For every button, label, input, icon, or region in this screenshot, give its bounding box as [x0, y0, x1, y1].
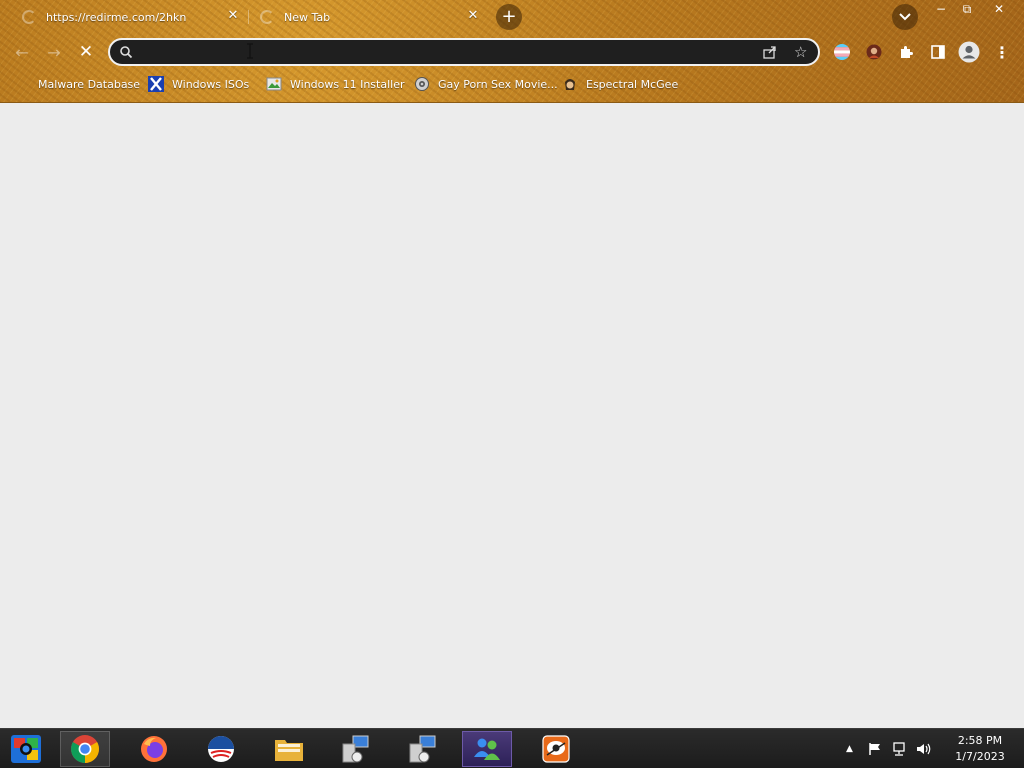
character-icon	[562, 76, 578, 92]
bookmark-label: Gay Porn Sex Movie...	[438, 77, 558, 91]
start-button[interactable]	[4, 731, 48, 767]
side-panel-button[interactable]	[926, 40, 950, 64]
browser-chrome: https://redirme.com/2hkn ✕ New Tab ✕ + −…	[0, 0, 1024, 103]
loading-spinner-icon	[260, 10, 274, 24]
minimize-icon: −	[935, 2, 947, 16]
bookmark-label: Espectral McGee	[586, 77, 679, 91]
bookmark-label: Malware Database	[38, 77, 141, 91]
bookmark-malware-database[interactable]: Malware Database	[14, 75, 140, 93]
back-button[interactable]: ←	[10, 40, 34, 64]
taskbar-firefox[interactable]	[129, 731, 179, 767]
more-vert-icon: ⋮	[994, 42, 1010, 62]
close-tab-icon[interactable]: ✕	[226, 9, 240, 23]
side-panel-icon	[931, 45, 945, 59]
tray-overflow-arrow[interactable]: ▲	[846, 729, 853, 768]
profile-button[interactable]	[957, 40, 981, 64]
tray-volume[interactable]	[916, 729, 932, 768]
bookmark-gay-porn-sex-movie[interactable]: Gay Porn Sex Movie...	[414, 75, 558, 93]
x-logo-icon	[148, 76, 164, 92]
arrow-left-icon: ←	[15, 42, 29, 62]
taskbar-custom-app[interactable]	[531, 731, 581, 767]
obama-logo-icon	[208, 736, 234, 762]
taskbar: ▲ 2:58 PM 1/7/2023	[0, 728, 1024, 768]
restore-button[interactable]: ⧉	[953, 0, 981, 18]
installer-image-icon	[266, 76, 282, 92]
clock-date: 1/7/2023	[955, 750, 1005, 763]
gear-badge-icon	[414, 76, 430, 92]
close-window-button[interactable]: ✕	[984, 0, 1014, 18]
taskbar-obama-logo[interactable]	[196, 731, 246, 767]
messenger-icon	[474, 738, 500, 760]
bookmark-espectral-mcgee[interactable]: Espectral McGee	[562, 75, 678, 93]
stop-icon: ✕	[78, 42, 94, 62]
tab-search-button[interactable]	[892, 4, 918, 30]
address-input[interactable]	[142, 43, 722, 61]
search-icon	[120, 46, 133, 59]
address-bar[interactable]: ☆	[108, 38, 820, 66]
tray-network[interactable]	[892, 729, 908, 768]
restore-icon: ⧉	[962, 1, 972, 16]
arrow-right-icon: →	[47, 42, 61, 62]
bookmark-windows-isos[interactable]: Windows ISOs	[148, 75, 249, 93]
page-content	[0, 103, 1024, 728]
chrome-icon	[71, 735, 99, 763]
folder-icon	[275, 740, 303, 761]
puzzle-icon	[901, 46, 913, 58]
tab-new-tab[interactable]: New Tab ✕	[260, 5, 480, 29]
minimize-button[interactable]: −	[927, 0, 955, 18]
text-cursor-icon	[247, 43, 253, 59]
firefox-icon	[141, 736, 167, 762]
plus-icon: +	[501, 6, 517, 27]
new-tab-button[interactable]: +	[496, 4, 522, 30]
speaker-icon	[917, 743, 931, 755]
tab-title: https://redirme.com/2hkn	[46, 10, 187, 24]
app-face-icon	[542, 735, 570, 763]
share-icon[interactable]	[762, 44, 778, 60]
network-icon	[893, 742, 905, 756]
close-icon: ✕	[993, 2, 1005, 16]
extension-avatar-button[interactable]	[862, 40, 886, 64]
flag-icon	[869, 743, 880, 755]
tray-action-center[interactable]	[868, 729, 882, 768]
trans-flag-icon	[834, 44, 850, 60]
bookmark-label: Windows 11 Installer	[290, 77, 405, 91]
profile-icon	[958, 41, 980, 63]
taskbar-network-app-1[interactable]	[330, 731, 380, 767]
close-tab-icon[interactable]: ✕	[466, 9, 480, 23]
malware-database-icon	[14, 76, 30, 92]
network-computer-icon	[409, 735, 436, 763]
windows-orb-icon	[11, 735, 41, 763]
browser-menu-button[interactable]: ⋮	[990, 40, 1014, 64]
chevron-up-icon: ▲	[846, 744, 853, 754]
chevron-down-icon	[899, 13, 911, 21]
extensions-button[interactable]	[894, 40, 918, 64]
extension-flag-button[interactable]	[830, 40, 854, 64]
loading-spinner-icon	[22, 10, 36, 24]
person-avatar-icon	[866, 44, 882, 60]
network-computer-icon	[342, 735, 369, 763]
tab-title: New Tab	[284, 10, 331, 24]
stop-loading-button[interactable]: ✕	[74, 40, 98, 64]
clock-time: 2:58 PM	[957, 734, 1003, 747]
taskbar-file-explorer[interactable]	[264, 731, 314, 767]
taskbar-chrome[interactable]	[60, 731, 110, 767]
bookmark-windows-11-installer[interactable]: Windows 11 Installer	[266, 75, 405, 93]
system-clock[interactable]: 2:58 PM 1/7/2023	[944, 733, 1016, 765]
taskbar-network-app-2[interactable]	[397, 731, 447, 767]
taskbar-msn-messenger[interactable]	[462, 731, 512, 767]
tab-separator	[248, 10, 249, 24]
forward-button[interactable]: →	[42, 40, 66, 64]
bookmark-label: Windows ISOs	[172, 77, 250, 91]
tab-redirme[interactable]: https://redirme.com/2hkn ✕	[22, 5, 240, 29]
bookmark-star-icon[interactable]: ☆	[794, 43, 807, 61]
